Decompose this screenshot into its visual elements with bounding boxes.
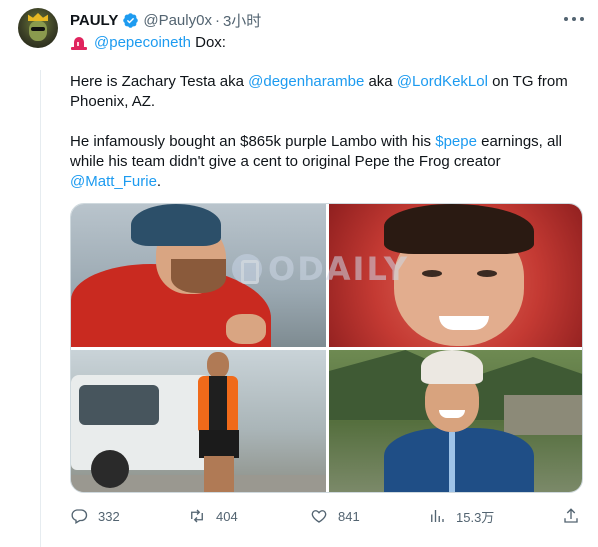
watermark: ODAILY xyxy=(232,250,409,288)
watermark-text: ODAILY xyxy=(268,250,410,288)
retweet-icon xyxy=(191,509,203,523)
mention-degenharambe[interactable]: @degenharambe xyxy=(248,73,364,90)
cashtag-pepe[interactable]: $pepe xyxy=(435,133,477,150)
avatar[interactable] xyxy=(18,8,58,48)
reply-button[interactable]: 332 xyxy=(70,504,120,528)
tweet-paragraph-1: Here is Zachary Testa aka @degenharambe … xyxy=(70,72,590,112)
like-count: 841 xyxy=(338,508,360,524)
author-handle[interactable]: @Pauly0x xyxy=(143,12,212,29)
tweet-header: PAULY @Pauly0x · 3小时 xyxy=(70,10,261,30)
media-grid xyxy=(70,203,583,493)
views-icon xyxy=(431,510,444,522)
watermark-logo-icon xyxy=(232,254,262,284)
tweet-paragraph-2: He infamously bought an $865k purple Lam… xyxy=(70,132,590,192)
share-icon xyxy=(564,508,578,523)
thread-line xyxy=(40,70,41,547)
lead-text: Dox: xyxy=(190,34,226,51)
tweet-actions: 332 404 841 15.3万 xyxy=(70,504,582,528)
para1-text-1: Here is Zachary Testa aka xyxy=(70,73,249,90)
crown-icon xyxy=(28,13,48,21)
author-name[interactable]: PAULY xyxy=(70,12,118,29)
para1-text-2: aka xyxy=(364,73,397,90)
share-button[interactable] xyxy=(562,504,590,528)
mention-lordkeklol[interactable]: @LordKekLol xyxy=(397,73,488,90)
siren-icon xyxy=(71,37,87,50)
para2-text-1: He infamously bought an $865k purple Lam… xyxy=(70,133,436,150)
retweet-button[interactable]: 404 xyxy=(188,504,238,528)
reply-count: 332 xyxy=(98,508,120,524)
separator-dot: · xyxy=(214,11,220,29)
like-button[interactable]: 841 xyxy=(310,504,360,528)
tweet-timestamp[interactable]: 3小时 xyxy=(223,10,261,31)
mention-matt-furie[interactable]: @Matt_Furie xyxy=(70,173,157,190)
tweet-lead-line: @pepecoineth Dox: xyxy=(70,33,226,53)
verified-badge-icon xyxy=(123,12,139,28)
para2-text-3: . xyxy=(156,173,162,190)
mention-pepecoineth[interactable]: @pepecoineth xyxy=(94,33,191,53)
reply-icon xyxy=(71,509,88,524)
views-button[interactable]: 15.3万 xyxy=(428,504,494,528)
photo-4[interactable] xyxy=(329,350,582,492)
retweet-count: 404 xyxy=(216,508,238,524)
more-icon[interactable] xyxy=(564,11,584,27)
views-count: 15.3万 xyxy=(456,509,495,525)
photo-3[interactable] xyxy=(71,350,326,492)
like-icon xyxy=(311,510,327,523)
